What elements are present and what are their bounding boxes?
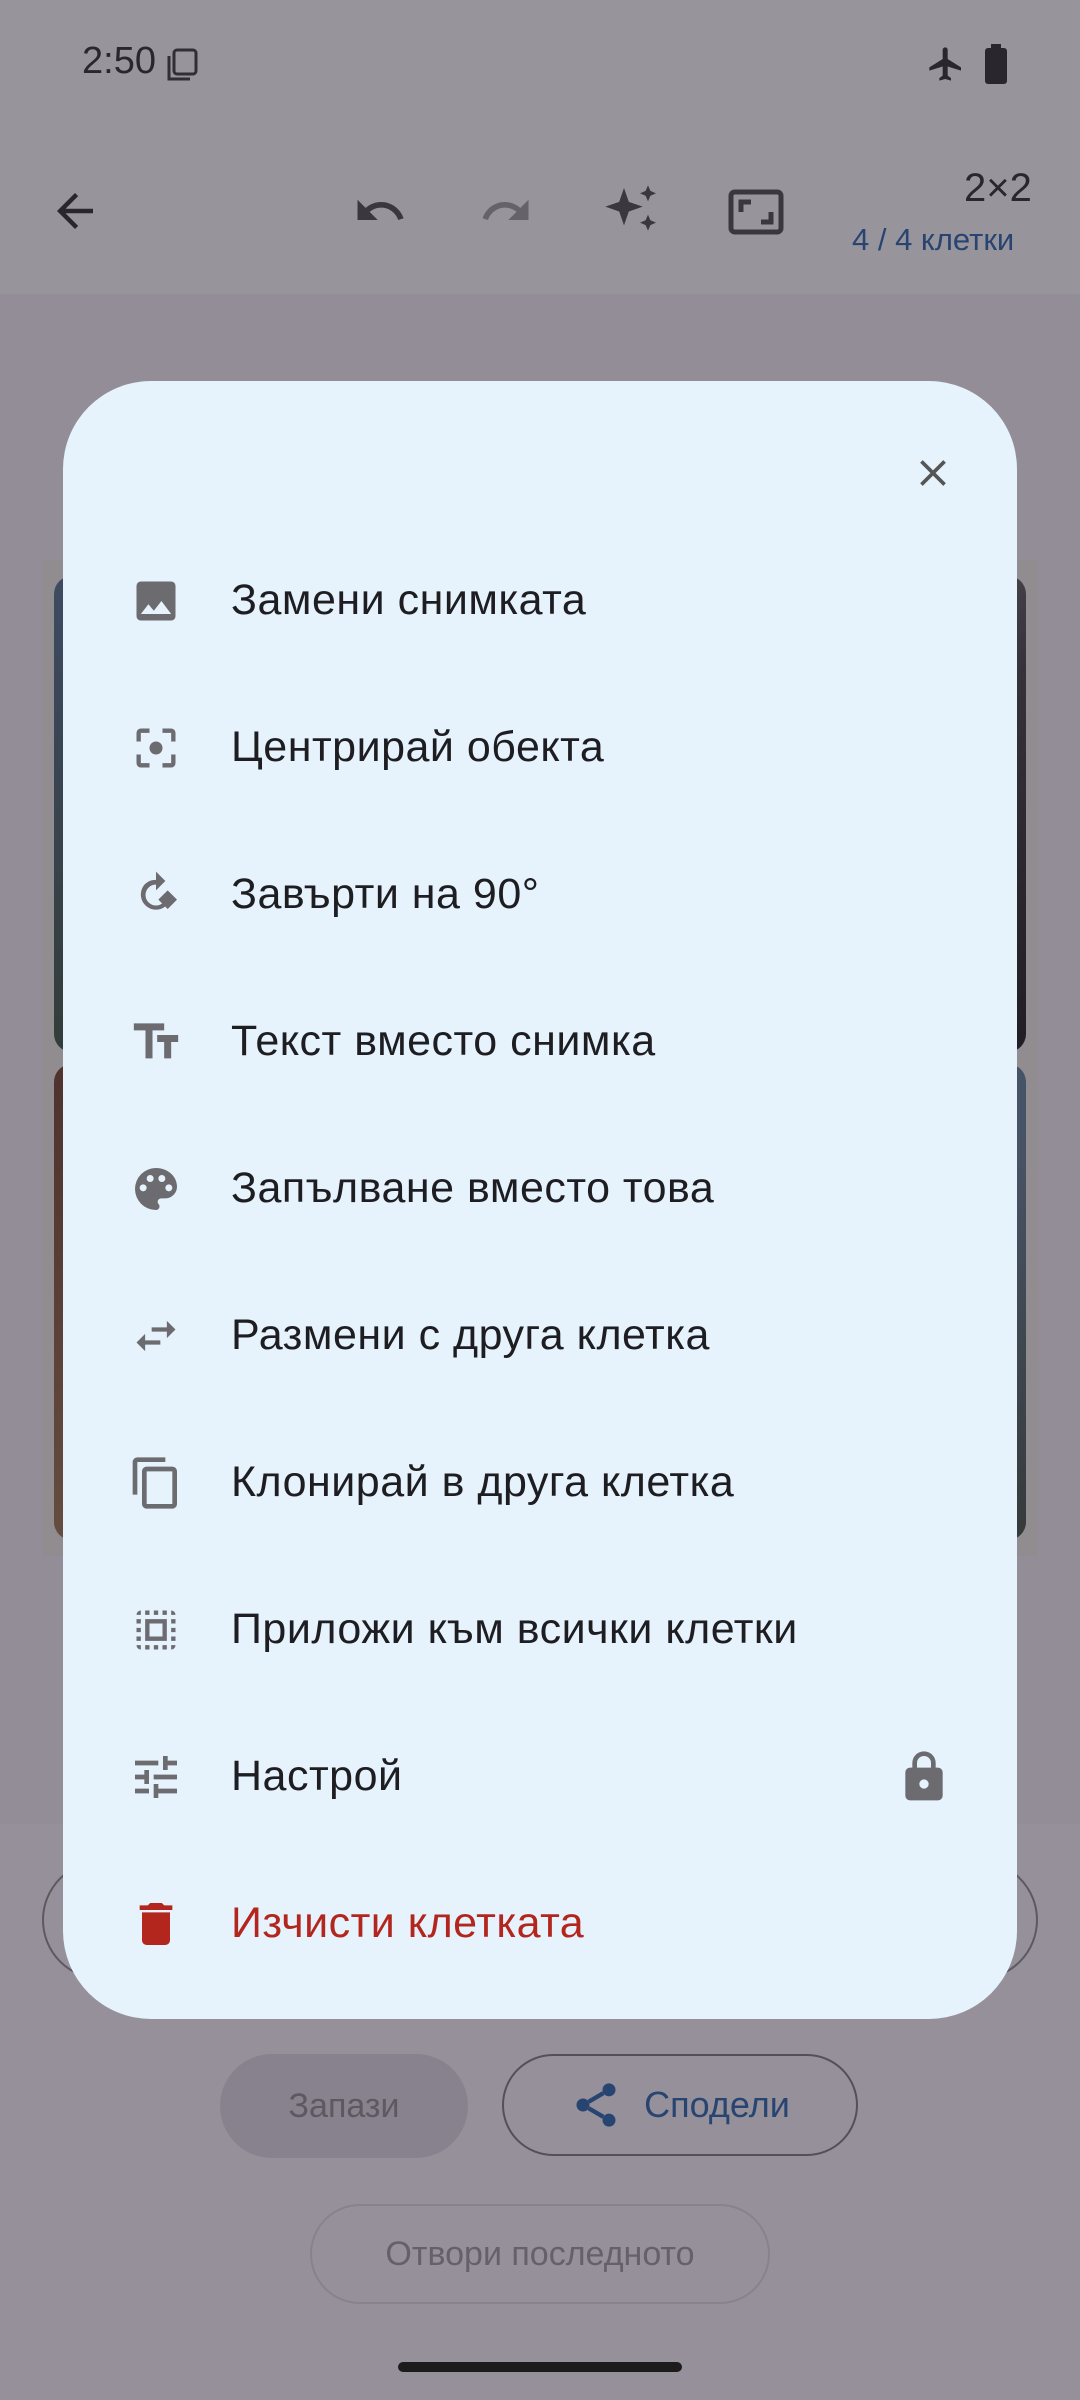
close-button[interactable] <box>890 430 976 516</box>
menu-item-label: Настрой <box>231 1752 403 1800</box>
menu-item-apply-all[interactable]: Приложи към всички клетки <box>63 1556 1017 1703</box>
menu-item-label: Замени снимката <box>231 576 587 624</box>
menu-item-label: Размени с друга клетка <box>231 1311 710 1359</box>
menu-item-fill-instead[interactable]: Запълване вместо това <box>63 1115 1017 1262</box>
menu-item-label: Запълване вместо това <box>231 1164 715 1212</box>
home-indicator[interactable] <box>398 2362 682 2372</box>
menu-item-clear-cell[interactable]: Изчисти клетката <box>63 1850 1017 1997</box>
copy-icon <box>128 1455 184 1511</box>
menu-item-rotate[interactable]: Завърти на 90° <box>63 821 1017 968</box>
menu-item-adjust[interactable]: Настрой <box>63 1703 1017 1850</box>
menu-item-swap[interactable]: Размени с друга клетка <box>63 1262 1017 1409</box>
text-icon <box>128 1014 184 1070</box>
rotate-icon <box>128 867 184 923</box>
image-icon <box>128 573 184 629</box>
lock-icon <box>896 1749 952 1805</box>
menu-item-label: Завърти на 90° <box>231 870 540 918</box>
palette-icon <box>128 1161 184 1217</box>
delete-icon <box>128 1896 184 1952</box>
swap-icon <box>128 1308 184 1364</box>
menu-item-label: Центрирай обекта <box>231 723 605 771</box>
tune-icon <box>128 1749 184 1805</box>
menu-item-clone[interactable]: Клонирай в друга клетка <box>63 1409 1017 1556</box>
center-focus-icon <box>128 720 184 776</box>
menu-item-label: Клонирай в друга клетка <box>231 1458 735 1506</box>
menu-item-label: Приложи към всички клетки <box>231 1605 798 1653</box>
menu-item-label: Текст вместо снимка <box>231 1017 656 1065</box>
close-icon <box>911 451 955 495</box>
select-all-icon <box>128 1602 184 1658</box>
menu-item-replace-photo[interactable]: Замени снимката <box>63 527 1017 674</box>
menu-item-text-instead[interactable]: Текст вместо снимка <box>63 968 1017 1115</box>
menu-item-center-object[interactable]: Центрирай обекта <box>63 674 1017 821</box>
menu-item-label: Изчисти клетката <box>231 1899 585 1947</box>
